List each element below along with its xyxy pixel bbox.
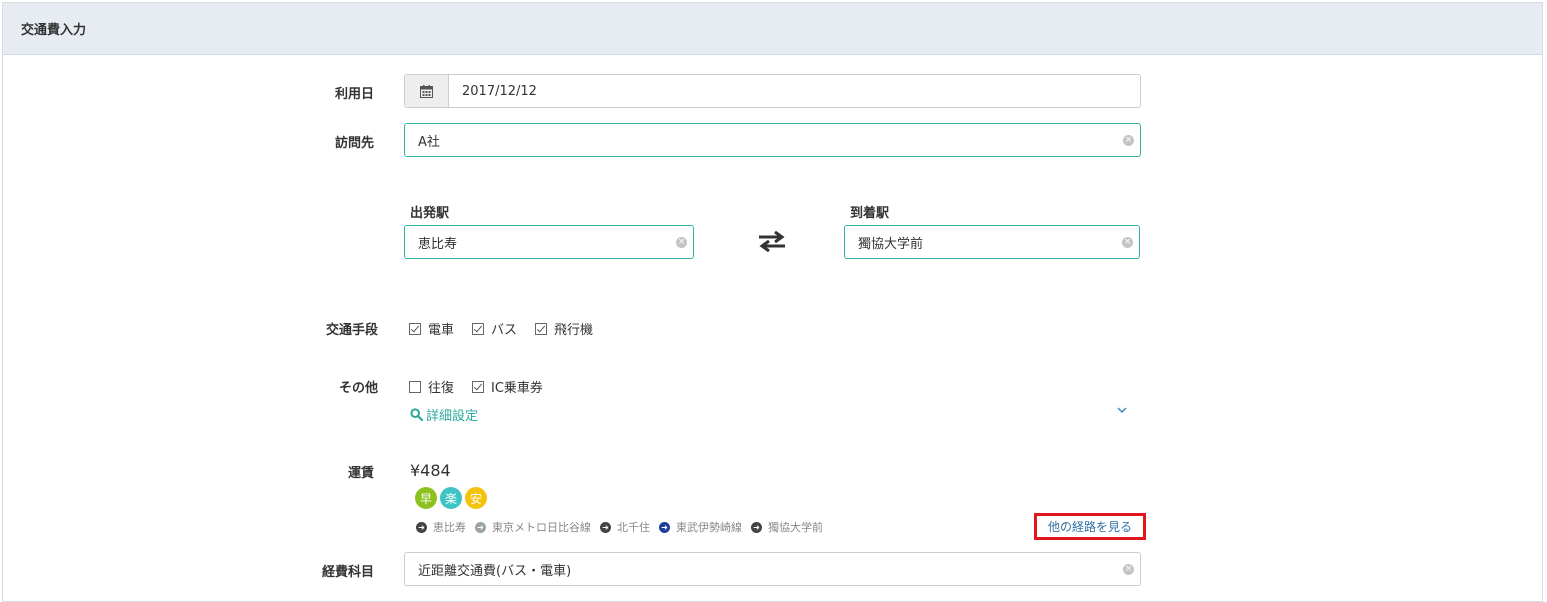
route-step: ➜ 東京メトロ日比谷線 <box>475 519 591 535</box>
clear-icon[interactable]: × <box>1123 563 1134 575</box>
route-step-label: 東武伊勢崎線 <box>676 521 742 534</box>
fare-value: ¥484 <box>410 461 451 480</box>
fare-label: 運賃 <box>347 466 374 481</box>
arrow-right-icon: ➜ <box>600 521 611 533</box>
swap-stations-icon[interactable] <box>757 230 787 256</box>
arrival-field[interactable]: 獨協大学前 × <box>844 225 1140 259</box>
route-step-label: 北千住 <box>617 521 650 534</box>
transport-label: 交通手段 <box>325 323 378 338</box>
clear-icon[interactable]: × <box>676 236 687 248</box>
checkbox-label: 往復 <box>428 381 455 396</box>
route-step: ➜ 恵比寿 <box>416 519 466 535</box>
clear-icon[interactable]: × <box>1122 236 1133 248</box>
expense-value: 近距離交通費(バス・電車) <box>418 563 572 579</box>
cheapest-badge: 安 <box>465 487 487 509</box>
arrow-right-icon: ➜ <box>751 521 762 533</box>
date-field[interactable]: 2017/12/12 <box>404 74 1141 108</box>
checkbox-label: バス <box>491 323 518 338</box>
detail-settings-link[interactable]: 詳細設定 <box>410 405 478 424</box>
transport-option-plane[interactable]: 飛行機 <box>535 319 593 338</box>
arrow-right-icon: ➜ <box>475 521 486 533</box>
route-step-label: 東京メトロ日比谷線 <box>492 521 591 534</box>
other-options: 往復 IC乗車券 <box>409 377 561 396</box>
date-label: 利用日 <box>334 87 374 102</box>
arrow-right-icon: ➜ <box>416 521 427 533</box>
other-option-roundtrip[interactable]: 往復 <box>409 377 454 396</box>
departure-value: 恵比寿 <box>418 236 458 252</box>
route-summary: ➜ 恵比寿 ➜ 東京メトロ日比谷線 ➜ 北千住 ➜ 東武伊勢崎線 ➜ 獨協大学前 <box>416 519 832 535</box>
other-label: その他 <box>338 381 378 396</box>
detail-settings-label: 詳細設定 <box>426 409 479 424</box>
route-step: ➜ 北千住 <box>600 519 650 535</box>
clear-icon[interactable]: × <box>1123 134 1134 146</box>
expense-label: 経費科目 <box>321 565 374 580</box>
visit-field[interactable]: A社 × <box>404 123 1141 157</box>
route-step: ➜ 東武伊勢崎線 <box>659 519 742 535</box>
chevron-down-icon[interactable] <box>1117 403 1127 417</box>
checkbox-label: IC乗車券 <box>491 381 543 396</box>
checkbox[interactable] <box>409 322 421 335</box>
easiest-badge: 楽 <box>440 487 462 509</box>
date-value: 2017/12/12 <box>462 83 537 99</box>
departure-label: 出発駅 <box>410 206 450 221</box>
route-step-label: 獨協大学前 <box>768 521 823 534</box>
arrival-label: 到着駅 <box>850 206 890 221</box>
checkbox[interactable] <box>472 380 485 393</box>
expense-field[interactable]: 近距離交通費(バス・電車) × <box>404 552 1141 586</box>
checkbox-label: 電車 <box>428 323 455 338</box>
route-step: ➜ 獨協大学前 <box>751 519 823 535</box>
arrow-right-icon: ➜ <box>659 521 670 533</box>
checkbox-label: 飛行機 <box>554 323 594 338</box>
checkbox[interactable] <box>535 322 548 335</box>
checkbox[interactable] <box>409 380 421 393</box>
transport-option-train[interactable]: 電車 <box>409 319 454 338</box>
other-routes-link[interactable]: 他の経路を見る <box>1034 513 1146 540</box>
departure-field[interactable]: 恵比寿 × <box>404 225 694 259</box>
checkbox[interactable] <box>472 322 485 335</box>
calendar-icon[interactable] <box>405 75 449 107</box>
panel-title: 交通費入力 <box>3 3 1542 55</box>
visit-label: 訪問先 <box>334 136 374 151</box>
search-icon <box>410 408 423 421</box>
other-option-ic-card[interactable]: IC乗車券 <box>472 377 543 396</box>
transport-option-bus[interactable]: バス <box>472 319 517 338</box>
fastest-badge: 早 <box>415 487 437 509</box>
route-step-label: 恵比寿 <box>433 521 466 534</box>
route-badges: 早 楽 安 <box>415 487 490 509</box>
transport-options: 電車 バス 飛行機 <box>409 319 611 338</box>
arrival-value: 獨協大学前 <box>858 236 924 252</box>
visit-value: A社 <box>418 134 440 150</box>
